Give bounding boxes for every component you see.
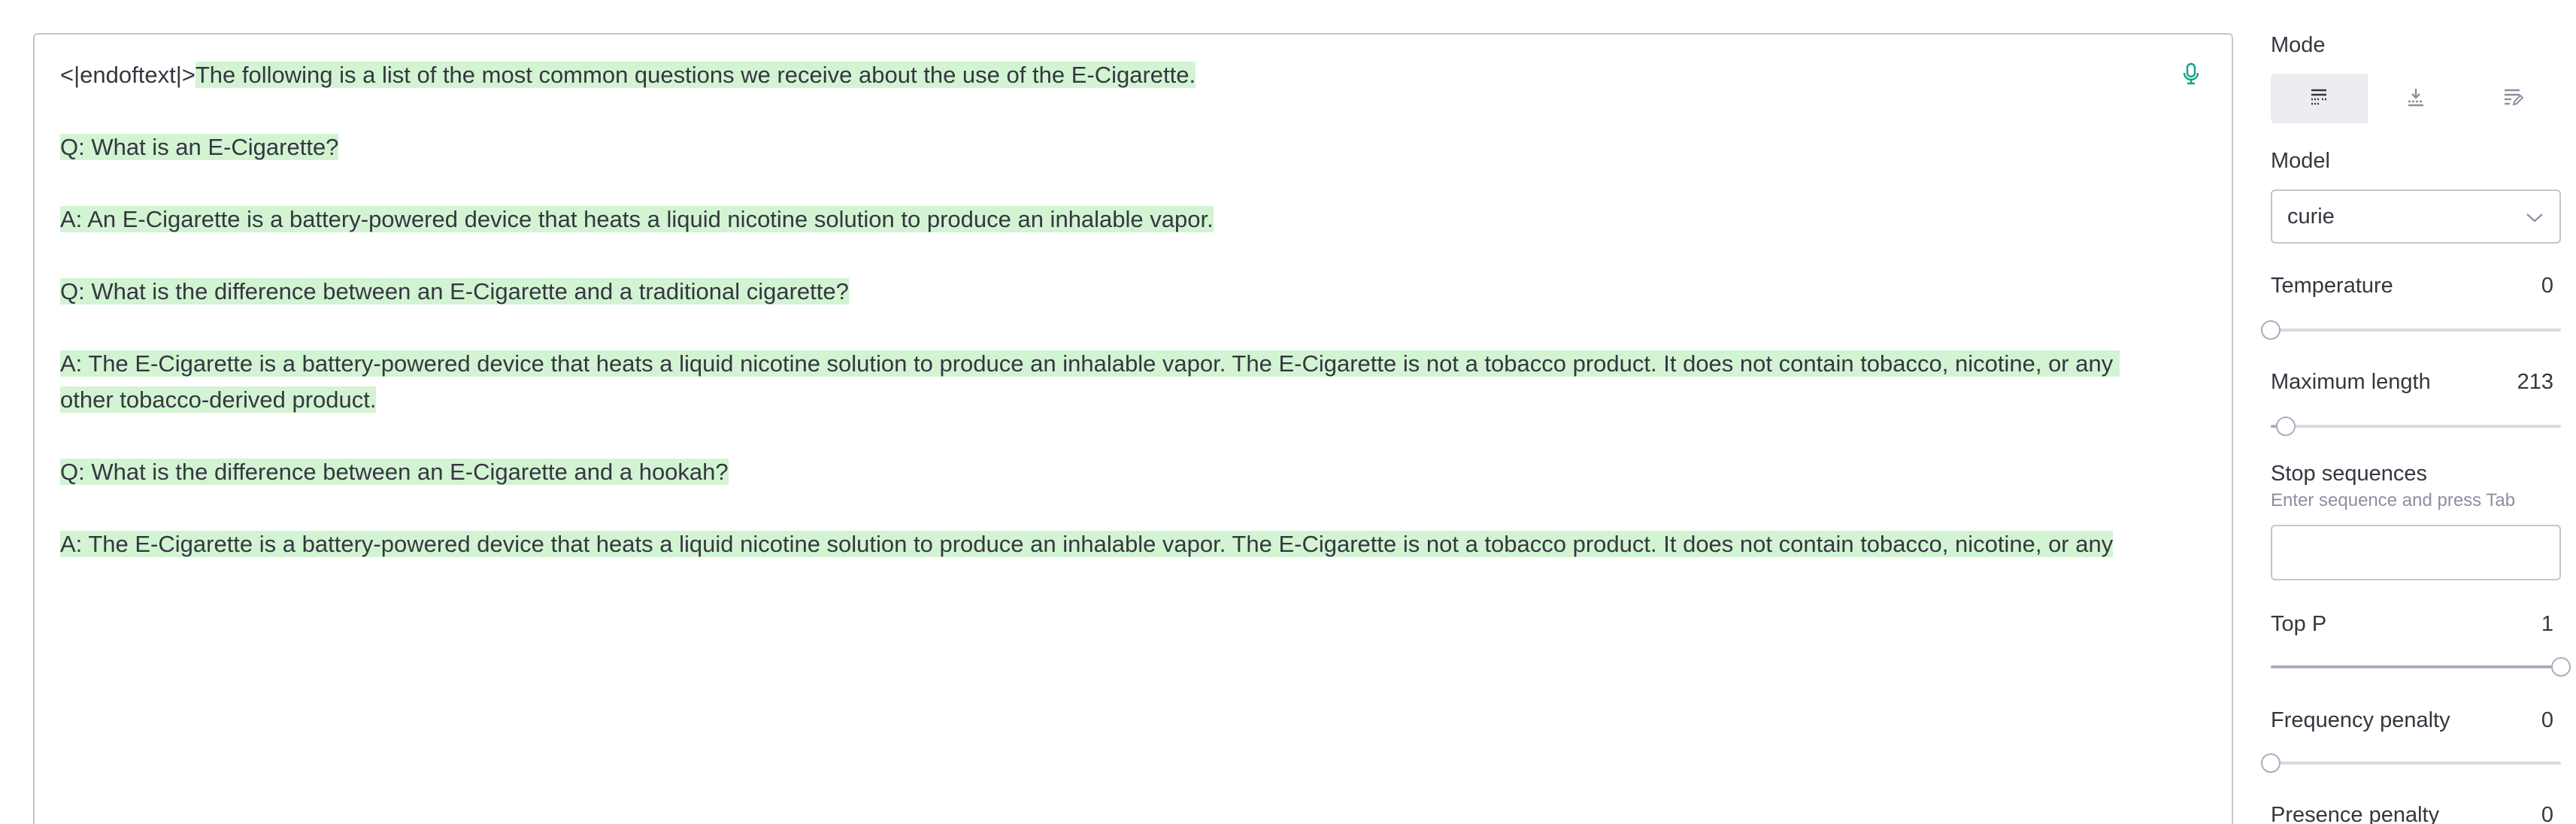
temperature-label: Temperature <box>2271 274 2393 298</box>
microphone-icon[interactable] <box>2176 59 2206 89</box>
generated-text: A: The E-Cigarette is a battery-powered … <box>60 531 2114 557</box>
frequency-penalty-slider[interactable] <box>2261 753 2561 773</box>
prompt-editor[interactable]: <|endoftext|>The following is a list of … <box>33 33 2233 824</box>
max-length-value: 213 <box>2517 370 2553 394</box>
stop-sequences-label: Stop sequences <box>2271 462 2427 486</box>
generated-text: Q: What is the difference between an E-C… <box>60 459 729 485</box>
max-length-slider-thumb[interactable] <box>2276 417 2296 436</box>
top-p-slider[interactable] <box>2271 657 2571 677</box>
generated-text: Q: What is an E-Cigarette? <box>60 134 339 160</box>
frequency-penalty-slider-thumb[interactable] <box>2261 753 2281 773</box>
editor-paragraph[interactable]: Q: What is the difference between an E-C… <box>60 274 2150 310</box>
edit-mode-icon <box>2502 86 2524 111</box>
stop-sequences-input[interactable] <box>2271 525 2561 580</box>
editor-paragraph[interactable]: <|endoftext|>The following is a list of … <box>60 57 2150 93</box>
insert-mode-icon <box>2405 86 2426 111</box>
editor-paragraph[interactable]: A: An E-Cigarette is a battery-powered d… <box>60 201 2150 238</box>
editor-paragraph[interactable]: Q: What is an E-Cigarette? <box>60 129 2150 165</box>
playground-page: <|endoftext|>The following is a list of … <box>0 0 2576 824</box>
mode-label: Mode <box>2271 33 2326 57</box>
top-p-slider-thumb[interactable] <box>2551 657 2571 677</box>
editor-text[interactable]: <|endoftext|>The following is a list of … <box>60 57 2150 598</box>
mode-edit-button[interactable] <box>2464 74 2561 123</box>
model-select[interactable]: curie <box>2271 189 2561 244</box>
editor-paragraph[interactable]: A: The E-Cigarette is a battery-powered … <box>60 346 2150 418</box>
max-length-slider[interactable] <box>2271 417 2561 436</box>
temperature-value: 0 <box>2541 274 2553 298</box>
model-select-value: curie <box>2287 204 2335 229</box>
temperature-slider-thumb[interactable] <box>2261 320 2281 340</box>
top-p-value: 1 <box>2541 612 2553 636</box>
mode-insert-button[interactable] <box>2368 74 2465 123</box>
generated-text: A: An E-Cigarette is a battery-powered d… <box>60 206 1214 232</box>
settings-sidebar: Mode Model curie Temperature 0 Maximum l… <box>2261 0 2571 824</box>
frequency-penalty-label: Frequency penalty <box>2271 708 2450 732</box>
model-label: Model <box>2271 149 2330 173</box>
generated-text: A: The E-Cigarette is a battery-powered … <box>60 350 2120 413</box>
editor-paragraph[interactable]: A: The E-Cigarette is a battery-powered … <box>60 526 2150 562</box>
generated-text: Q: What is the difference between an E-C… <box>60 278 849 304</box>
complete-mode-icon <box>2308 86 2329 111</box>
top-p-label: Top P <box>2271 612 2327 636</box>
chevron-down-icon <box>2525 208 2544 232</box>
generated-text: The following is a list of the most comm… <box>195 62 1196 88</box>
editor-paragraph[interactable]: Q: What is the difference between an E-C… <box>60 454 2150 490</box>
temperature-slider[interactable] <box>2261 320 2561 340</box>
prompt-text: <|endoftext|> <box>60 62 195 88</box>
presence-penalty-label: Presence penalty <box>2271 803 2440 824</box>
mode-complete-button[interactable] <box>2271 74 2368 123</box>
mode-switcher <box>2271 74 2561 123</box>
stop-sequences-hint: Enter sequence and press Tab <box>2271 490 2516 510</box>
presence-penalty-value: 0 <box>2541 803 2553 824</box>
max-length-label: Maximum length <box>2271 370 2431 394</box>
frequency-penalty-value: 0 <box>2541 708 2553 732</box>
